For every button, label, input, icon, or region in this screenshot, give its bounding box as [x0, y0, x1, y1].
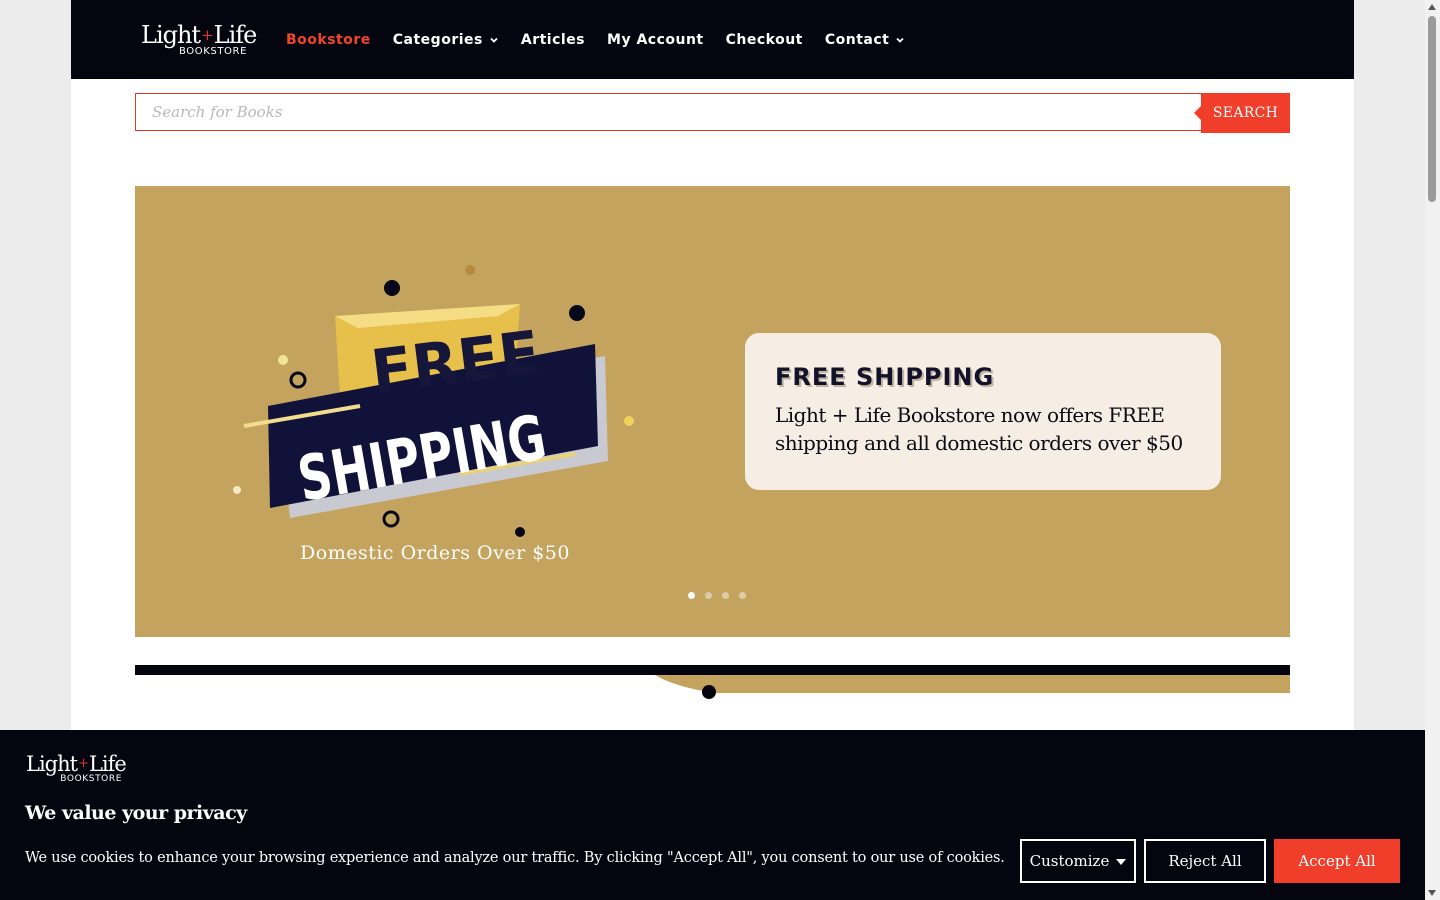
confetti-dot — [515, 527, 525, 537]
caret-down-icon — [1116, 859, 1127, 865]
confetti-dot — [569, 305, 585, 321]
nav-item-label: Checkout — [725, 31, 803, 48]
logo-subtitle: BOOKSTORE — [179, 46, 247, 57]
confetti-dot — [233, 486, 241, 494]
scroll-up-arrow-icon[interactable] — [1428, 4, 1436, 10]
nav-item-bookstore[interactable]: Bookstore — [286, 32, 371, 48]
search-input[interactable] — [135, 93, 1201, 131]
confetti-dot — [278, 355, 288, 365]
free-shipping-graphic: FREE SHIPPING — [233, 265, 634, 537]
cookie-banner-title: We value your privacy — [25, 802, 247, 824]
accept-all-button[interactable]: Accept All — [1274, 839, 1400, 883]
customize-label: Customize — [1029, 852, 1110, 870]
hero-art-caption: Domestic Orders Over $50 — [300, 542, 570, 564]
scrollbar-thumb[interactable] — [1428, 16, 1436, 202]
confetti-ring — [382, 510, 400, 528]
cookie-banner-logo: Light+Life BOOKSTORE — [26, 752, 127, 786]
scroll-down-arrow-icon[interactable] — [1428, 890, 1436, 896]
promo-card: FREE SHIPPING Light + Life Bookstore now… — [745, 333, 1221, 490]
nav-item-articles[interactable]: Articles — [521, 32, 585, 48]
section-divider-band — [135, 665, 1290, 699]
slider-dot[interactable] — [705, 592, 712, 599]
nav-item-label: Categories — [392, 31, 483, 48]
nav-item-contact[interactable]: Contact — [825, 32, 906, 48]
confetti-dot — [384, 280, 400, 296]
promo-card-text: Light + Life Bookstore now offers FREE s… — [775, 403, 1183, 455]
confetti-ring — [289, 371, 307, 389]
hero-slider: FREE SHIPPING Domestic Orders Over $50 F… — [135, 186, 1290, 637]
nav-item-checkout[interactable]: Checkout — [726, 32, 803, 48]
slider-dot[interactable] — [688, 592, 695, 599]
nav-item-label: My Account — [607, 31, 704, 48]
cookie-banner-text: We use cookies to enhance your browsing … — [25, 850, 1005, 866]
logo-subtitle: BOOKSTORE — [60, 774, 122, 784]
chevron-down-icon — [490, 37, 498, 43]
nav-item-label: Contact — [824, 31, 890, 48]
nav-item-label: Articles — [520, 31, 586, 48]
site-logo[interactable]: Light+Life BOOKSTORE — [141, 22, 257, 60]
page-scrollbar[interactable] — [1425, 0, 1440, 900]
main-nav: Bookstore Categories Articles My Account… — [286, 0, 927, 79]
customize-button[interactable]: Customize — [1020, 839, 1136, 883]
reject-all-button[interactable]: Reject All — [1144, 839, 1266, 883]
nav-item-categories[interactable]: Categories — [393, 32, 499, 48]
promo-card-title: FREE SHIPPING — [775, 363, 995, 391]
slider-pagination — [688, 592, 756, 599]
book-search-bar: SEARCH — [135, 93, 1290, 133]
search-button[interactable]: SEARCH — [1194, 93, 1290, 133]
chevron-down-icon — [896, 37, 905, 43]
slider-dot[interactable] — [739, 592, 746, 599]
cookie-consent-banner: Light+Life BOOKSTORE We value your priva… — [0, 730, 1425, 900]
confetti-dot — [624, 416, 634, 426]
nav-item-my-account[interactable]: My Account — [607, 32, 704, 48]
site-header: Light+Life BOOKSTORE Bookstore Categorie… — [71, 0, 1354, 79]
nav-item-label: Bookstore — [286, 31, 371, 48]
slider-dot[interactable] — [722, 592, 729, 599]
logo-wordmark: Light+Life — [141, 21, 257, 49]
confetti-dot — [465, 265, 475, 275]
